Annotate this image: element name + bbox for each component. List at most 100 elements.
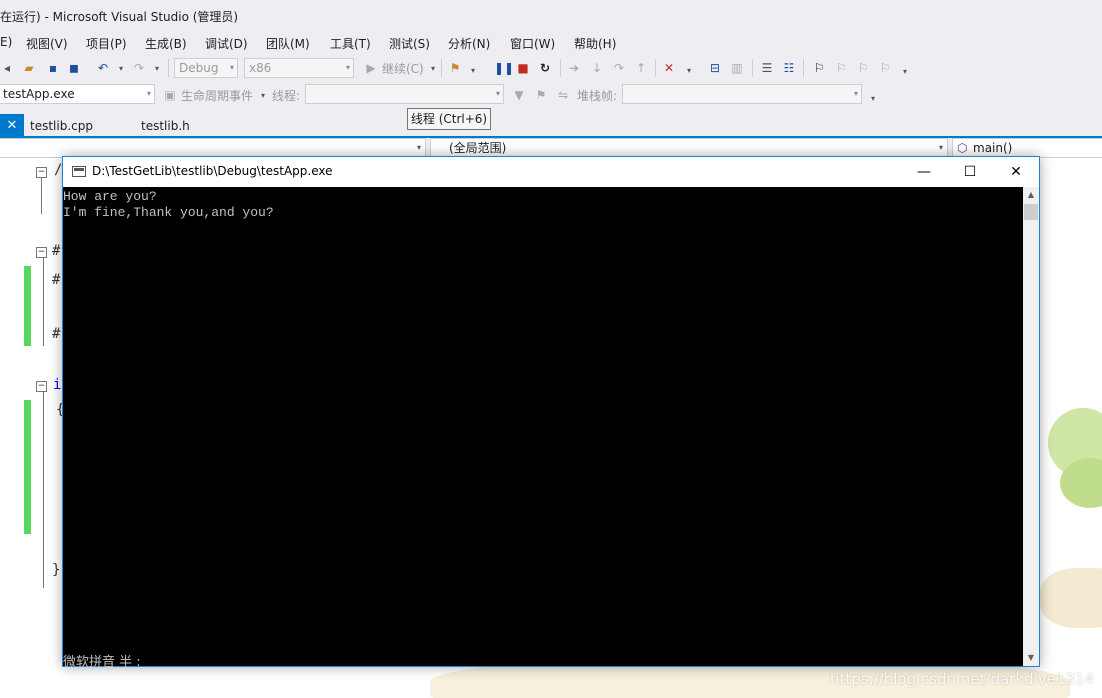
toolbar-separator bbox=[803, 59, 804, 77]
lifecycle-icon: ▣ bbox=[164, 88, 176, 102]
continue-dropdown-icon[interactable]: ▾ bbox=[426, 62, 440, 76]
clear-bookmarks-icon[interactable]: ⚐ bbox=[878, 61, 892, 75]
scroll-thumb[interactable] bbox=[1024, 204, 1038, 220]
hex-display-icon[interactable]: ▥ bbox=[730, 61, 744, 75]
breakpoints-dropdown-icon[interactable]: ▾ bbox=[682, 64, 696, 78]
undo-icon[interactable]: ↶ bbox=[96, 61, 110, 75]
tab-label: testlib.cpp bbox=[30, 119, 93, 133]
uncomment-lines-icon[interactable]: ☷ bbox=[782, 61, 796, 75]
toolbar-separator bbox=[655, 59, 656, 77]
menu-edit[interactable]: E) bbox=[0, 35, 12, 49]
continue-button[interactable]: 继续(C) bbox=[382, 60, 424, 77]
pause-icon[interactable]: ❚❚ bbox=[494, 61, 514, 75]
code-glyph: # bbox=[52, 272, 61, 288]
redo-icon[interactable]: ↷ bbox=[132, 61, 146, 75]
redo-dropdown-icon[interactable]: ▾ bbox=[150, 62, 164, 76]
toolbar-separator bbox=[752, 59, 753, 77]
lifecycle-dropdown-icon[interactable]: ▾ bbox=[256, 89, 270, 103]
play-icon[interactable]: ▶ bbox=[364, 61, 378, 75]
menu-help[interactable]: 帮助(H) bbox=[574, 35, 616, 52]
save-all-icon[interactable]: ◼ bbox=[67, 61, 81, 75]
menu-build[interactable]: 生成(B) bbox=[145, 35, 187, 52]
menu-test[interactable]: 测试(S) bbox=[389, 35, 430, 52]
close-button[interactable]: ✕ bbox=[993, 157, 1039, 187]
toolbar-overflow-icon[interactable]: ▾ bbox=[898, 65, 912, 79]
change-indicator bbox=[24, 266, 31, 346]
toolbar-overflow-icon[interactable]: ▾ bbox=[866, 92, 880, 106]
scroll-down-icon[interactable]: ▼ bbox=[1023, 650, 1039, 666]
fold-toggle[interactable]: − bbox=[36, 381, 47, 392]
open-folder-icon[interactable]: ▰ bbox=[22, 61, 36, 75]
console-scrollbar[interactable]: ▲ ▼ bbox=[1023, 187, 1039, 666]
stackframe-label: 堆栈帧: bbox=[577, 89, 618, 103]
chevron-down-icon: ▾ bbox=[938, 143, 943, 152]
menu-window[interactable]: 窗口(W) bbox=[510, 35, 555, 52]
code-glyph: # bbox=[52, 243, 61, 259]
thread-label: 线程: bbox=[272, 89, 301, 103]
scope-select[interactable]: (全局范围) ▾ bbox=[430, 138, 948, 158]
tab-testlib-h[interactable]: testlib.h bbox=[141, 119, 190, 133]
restart-icon[interactable]: ↻ bbox=[538, 61, 552, 75]
chevron-down-icon: ▾ bbox=[146, 89, 151, 98]
menu-tools[interactable]: 工具(T) bbox=[330, 35, 371, 52]
stop-icon[interactable]: ■ bbox=[516, 61, 530, 75]
undo-dropdown-icon[interactable]: ▾ bbox=[114, 62, 128, 76]
navigation-bar: ▾ (全局范围) ▾ ⬡ main() bbox=[0, 138, 1102, 158]
menu-team[interactable]: 团队(M) bbox=[266, 35, 310, 52]
show-next-statement-icon[interactable]: ➔ bbox=[567, 61, 581, 75]
configuration-select[interactable]: Debug ▾ bbox=[174, 58, 238, 78]
maximize-button[interactable]: ☐ bbox=[947, 157, 993, 187]
maximize-icon: ☐ bbox=[963, 164, 977, 180]
fold-toggle[interactable]: − bbox=[36, 247, 47, 258]
code-glyph: # bbox=[52, 326, 61, 342]
menu-view[interactable]: 视图(V) bbox=[26, 35, 68, 52]
chevron-down-icon: ▾ bbox=[345, 63, 350, 72]
tab-testlib-cpp[interactable]: ✕ testlib.cpp bbox=[0, 114, 132, 138]
menu-analyze[interactable]: 分析(N) bbox=[448, 35, 490, 52]
filter-icon[interactable]: ▼ bbox=[512, 88, 526, 102]
background-ground bbox=[1040, 568, 1102, 628]
previous-bookmark-icon[interactable]: ⚐ bbox=[834, 61, 848, 75]
platform-select[interactable]: x86 ▾ bbox=[244, 58, 354, 78]
attach-process-icon[interactable]: ⚑ bbox=[448, 61, 462, 75]
collapse-icon[interactable]: ⇋ bbox=[556, 88, 570, 102]
close-icon: ✕ bbox=[1010, 164, 1022, 180]
process-select[interactable]: testApp.exe ▾ bbox=[0, 84, 155, 104]
attach-dropdown-icon[interactable]: ▾ bbox=[466, 64, 480, 78]
flag-threads-icon[interactable]: ⚑ bbox=[534, 88, 548, 102]
menu-project[interactable]: 项目(P) bbox=[86, 35, 127, 52]
minimize-icon: — bbox=[917, 164, 931, 180]
menu-debug[interactable]: 调试(D) bbox=[205, 35, 248, 52]
step-over-icon[interactable]: ↷ bbox=[612, 61, 626, 75]
member-select[interactable]: ⬡ main() bbox=[952, 138, 1102, 158]
toolbar-separator bbox=[560, 59, 561, 77]
thread-select[interactable]: ▾ bbox=[305, 84, 504, 104]
next-bookmark-icon[interactable]: ⚐ bbox=[856, 61, 870, 75]
step-out-icon[interactable]: ↑ bbox=[634, 61, 648, 75]
fold-toggle[interactable]: − bbox=[36, 167, 47, 178]
member-value: main() bbox=[973, 141, 1013, 155]
change-indicator bbox=[24, 400, 31, 534]
console-window[interactable]: D:\TestGetLib\testlib\Debug\testApp.exe … bbox=[62, 156, 1040, 670]
ide-title-bar: 在运行) - Microsoft Visual Studio (管理员) bbox=[0, 0, 1102, 32]
close-icon[interactable]: ✕ bbox=[0, 114, 24, 138]
toolbar-separator bbox=[168, 59, 169, 77]
show-threads-icon[interactable]: ⊟ bbox=[708, 61, 722, 75]
scroll-up-icon[interactable]: ▲ bbox=[1023, 187, 1039, 203]
step-into-icon[interactable]: ↓ bbox=[590, 61, 604, 75]
lifecycle-events-button[interactable]: 生命周期事件 bbox=[181, 87, 253, 104]
fold-guide bbox=[41, 178, 42, 214]
stackframe-select[interactable]: ▾ bbox=[622, 84, 862, 104]
minimize-button[interactable]: — bbox=[901, 157, 947, 187]
breakpoints-icon[interactable]: ✕ bbox=[662, 61, 676, 75]
console-output[interactable]: How are you? I'm fine,Thank you,and you?… bbox=[63, 187, 1023, 670]
save-icon[interactable]: ▪ bbox=[46, 61, 60, 75]
comment-lines-icon[interactable]: ☰ bbox=[760, 61, 774, 75]
bookmark-icon[interactable]: ⚐ bbox=[812, 61, 826, 75]
function-icon: ⬡ bbox=[957, 141, 968, 155]
console-title-bar[interactable]: D:\TestGetLib\testlib\Debug\testApp.exe … bbox=[63, 157, 1039, 187]
scope-value: (全局范围) bbox=[449, 141, 507, 155]
document-tabs: ✕ testlib.cpp testlib.h bbox=[0, 114, 1102, 138]
back-icon[interactable]: ◂ bbox=[0, 61, 14, 75]
project-select[interactable]: ▾ bbox=[0, 138, 426, 158]
